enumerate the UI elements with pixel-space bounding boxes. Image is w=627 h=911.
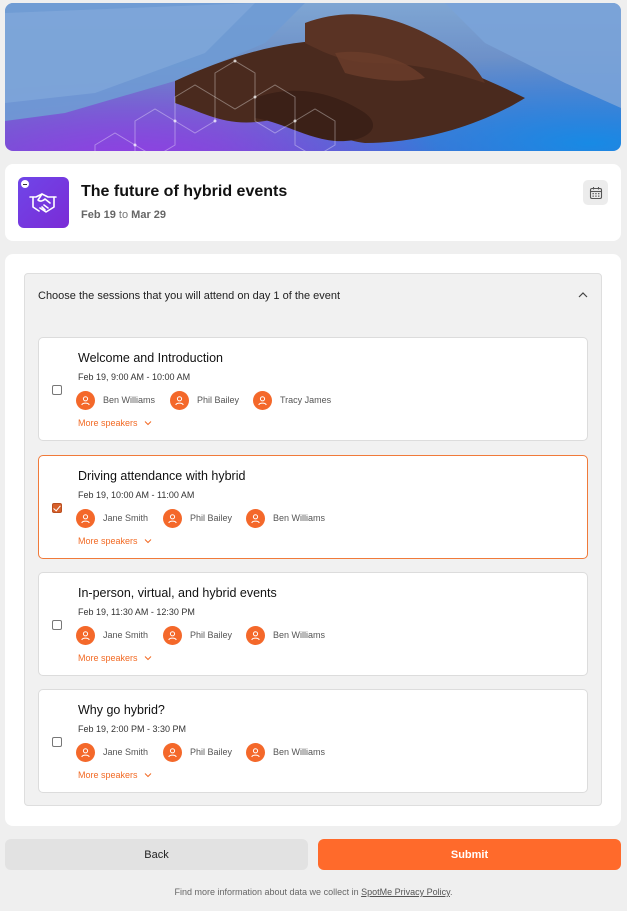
speaker-name: Jane Smith xyxy=(103,630,149,640)
more-speakers-link[interactable]: More speakers xyxy=(78,653,152,663)
session-title: Welcome and Introduction xyxy=(78,351,223,365)
speaker: Tracy James xyxy=(253,390,332,410)
speaker: Phil Bailey xyxy=(163,508,246,528)
chevron-down-icon xyxy=(144,773,151,778)
event-title: The future of hybrid events xyxy=(81,183,288,200)
avatar-icon xyxy=(170,390,189,410)
avatar-icon xyxy=(76,390,95,410)
speaker: Phil Bailey xyxy=(163,742,246,762)
avatar-icon xyxy=(253,390,272,410)
event-date-start: Feb 19 xyxy=(81,209,116,221)
avatar-icon xyxy=(246,625,265,645)
more-speakers-link[interactable]: More speakers xyxy=(78,770,152,780)
chevron-down-icon xyxy=(144,539,151,544)
submit-button[interactable]: Submit xyxy=(318,839,621,870)
handshake-image xyxy=(5,3,621,151)
speaker-name: Phil Bailey xyxy=(190,747,233,757)
more-speakers-label: More speakers xyxy=(78,653,138,663)
speaker: Phil Bailey xyxy=(170,390,253,410)
session-time: Feb 19, 2:00 PM - 3:30 PM xyxy=(78,724,187,734)
session-time: Feb 19, 10:00 AM - 11:00 AM xyxy=(78,490,195,500)
hero-banner xyxy=(5,3,621,151)
session-speakers: Jane Smith Phil Bailey Ben Williams xyxy=(76,625,325,645)
speaker: Ben Williams xyxy=(246,625,326,645)
back-button[interactable]: Back xyxy=(5,839,308,870)
speaker-name: Phil Bailey xyxy=(190,630,233,640)
session-title: Driving attendance with hybrid xyxy=(78,469,246,483)
sessions-card: Choose the sessions that you will attend… xyxy=(5,254,621,826)
more-speakers-label: More speakers xyxy=(78,770,138,780)
privacy-policy-link[interactable]: SpotMe Privacy Policy xyxy=(361,887,450,897)
session-checkbox[interactable] xyxy=(52,385,62,395)
avatar-icon xyxy=(246,742,265,762)
speaker-name: Tracy James xyxy=(280,395,332,405)
chevron-up-icon[interactable] xyxy=(577,290,589,300)
session-item[interactable]: Welcome and Introduction Feb 19, 9:00 AM… xyxy=(38,337,588,441)
event-header-card: The future of hybrid events Feb 19 to Ma… xyxy=(5,164,621,241)
privacy-footer: Find more information about data we coll… xyxy=(0,887,627,897)
event-date-separator: to xyxy=(118,209,129,221)
speaker-name: Ben Williams xyxy=(273,747,326,757)
speaker-name: Phil Bailey xyxy=(197,395,240,405)
avatar-icon xyxy=(163,742,182,762)
session-speakers: Jane Smith Phil Bailey Ben Williams xyxy=(76,742,325,762)
avatar-icon xyxy=(163,625,182,645)
avatar-icon xyxy=(76,625,95,645)
speaker-name: Jane Smith xyxy=(103,513,149,523)
session-item[interactable]: Why go hybrid? Feb 19, 2:00 PM - 3:30 PM… xyxy=(38,689,588,793)
session-title: Why go hybrid? xyxy=(78,703,165,717)
avatar-icon xyxy=(76,508,95,528)
add-to-calendar-button[interactable] xyxy=(583,180,608,205)
speaker: Ben Williams xyxy=(246,508,326,528)
chevron-down-icon xyxy=(144,656,151,661)
speaker-name: Ben Williams xyxy=(273,630,326,640)
more-speakers-label: More speakers xyxy=(78,536,138,546)
avatar-icon xyxy=(76,742,95,762)
footer-end: . xyxy=(449,887,453,897)
speaker: Ben Williams xyxy=(76,390,170,410)
event-dates: Feb 19 to Mar 29 xyxy=(81,209,166,221)
more-speakers-link[interactable]: More speakers xyxy=(78,536,152,546)
session-speakers: Jane Smith Phil Bailey Ben Williams xyxy=(76,508,325,528)
event-date-end: Mar 29 xyxy=(131,209,167,221)
calendar-icon xyxy=(589,186,602,199)
avatar-icon xyxy=(163,508,182,528)
footer-text: Find more information about data we coll… xyxy=(174,887,359,897)
speaker: Ben Williams xyxy=(246,742,326,762)
speaker-name: Phil Bailey xyxy=(190,513,233,523)
speaker-name: Ben Williams xyxy=(273,513,326,523)
accordion-header[interactable]: Choose the sessions that you will attend… xyxy=(38,290,340,302)
session-item[interactable]: In-person, virtual, and hybrid events Fe… xyxy=(38,572,588,676)
minus-badge-icon xyxy=(20,179,30,189)
more-speakers-link[interactable]: More speakers xyxy=(78,418,152,428)
avatar-icon xyxy=(246,508,265,528)
speaker: Jane Smith xyxy=(76,625,163,645)
speaker: Phil Bailey xyxy=(163,625,246,645)
day-1-accordion: Choose the sessions that you will attend… xyxy=(24,273,602,806)
event-logo xyxy=(18,177,69,228)
session-time: Feb 19, 9:00 AM - 10:00 AM xyxy=(78,372,191,382)
speaker: Jane Smith xyxy=(76,508,163,528)
session-speakers: Ben Williams Phil Bailey Tracy James xyxy=(76,390,331,410)
chevron-down-icon xyxy=(144,421,151,426)
session-time: Feb 19, 11:30 AM - 12:30 PM xyxy=(78,607,195,617)
session-checkbox[interactable] xyxy=(52,503,62,513)
more-speakers-label: More speakers xyxy=(78,418,138,428)
speaker: Jane Smith xyxy=(76,742,163,762)
speaker-name: Ben Williams xyxy=(103,395,156,405)
speaker-name: Jane Smith xyxy=(103,747,149,757)
session-item[interactable]: Driving attendance with hybrid Feb 19, 1… xyxy=(38,455,588,559)
session-checkbox[interactable] xyxy=(52,737,62,747)
session-title: In-person, virtual, and hybrid events xyxy=(78,586,277,600)
session-checkbox[interactable] xyxy=(52,620,62,630)
